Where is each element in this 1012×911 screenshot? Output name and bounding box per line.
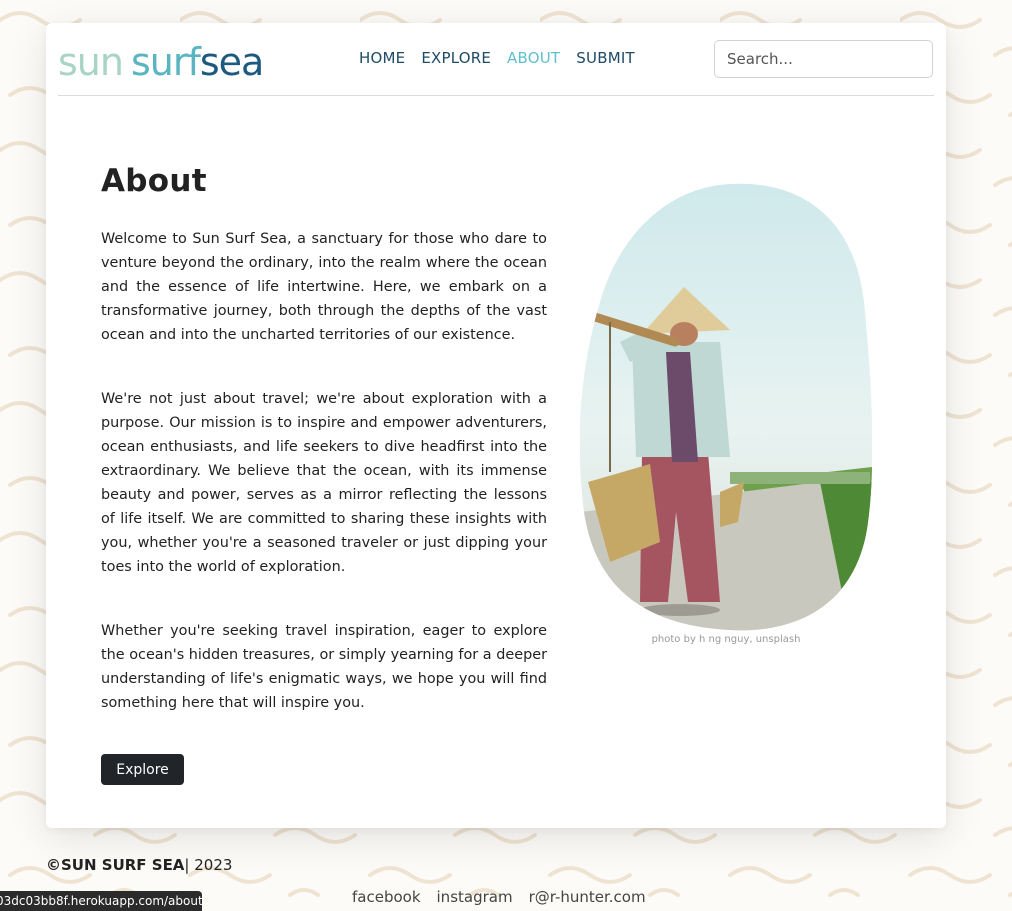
explore-button[interactable]: Explore bbox=[101, 754, 184, 785]
footer-brand: ©SUN SURF SEA bbox=[46, 856, 185, 874]
status-bar-url: 03dc03bb8f.herokuapp.com/about bbox=[0, 891, 202, 911]
svg-text:sunsurfsea: sun surfsea bbox=[58, 40, 263, 81]
footer-link-email[interactable]: r@r-hunter.com bbox=[529, 888, 646, 906]
main-nav: HOME EXPLORE ABOUT SUBMIT bbox=[359, 49, 635, 67]
about-paragraph-2: We're not just about travel; we're about… bbox=[101, 391, 547, 575]
footer-link-facebook[interactable]: facebook bbox=[352, 888, 421, 906]
nav-link-submit[interactable]: SUBMIT bbox=[576, 49, 635, 67]
search-input[interactable] bbox=[714, 40, 933, 78]
footer-year: | 2023 bbox=[184, 856, 233, 874]
about-photo bbox=[580, 182, 872, 632]
logo-sea: sea bbox=[200, 40, 263, 81]
footer-link-instagram[interactable]: instagram bbox=[437, 888, 513, 906]
photo-caption: photo by h ng nguy, unsplash bbox=[651, 634, 801, 645]
about-paragraph-1: Welcome to Sun Surf Sea, a sanctuary for… bbox=[101, 231, 547, 343]
site-logo[interactable]: sun surfsea bbox=[58, 37, 286, 81]
footer-links: facebook instagram r@r-hunter.com bbox=[352, 888, 646, 906]
footer-copyright: ©SUN SURF SEA| 2023 bbox=[46, 856, 232, 874]
main-card: sunsurfsea HOME EXPLORE ABOUT SUBMIT About … bbox=[46, 23, 946, 828]
nav-link-home[interactable]: HOME bbox=[359, 49, 405, 67]
nav-link-explore[interactable]: EXPLORE bbox=[421, 49, 491, 67]
page-title: About bbox=[101, 163, 207, 199]
logo-surf: surf bbox=[131, 40, 203, 81]
about-section: About Welcome to Sun Surf Sea, a sanctua… bbox=[101, 163, 547, 785]
logo-sun: sun bbox=[58, 40, 123, 81]
navbar: sun surfsea HOME EXPLORE ABOUT SUBMIT bbox=[58, 23, 934, 96]
nav-link-about[interactable]: ABOUT bbox=[507, 49, 560, 67]
about-paragraph-3: Whether you're seeking travel inspiratio… bbox=[101, 623, 547, 711]
